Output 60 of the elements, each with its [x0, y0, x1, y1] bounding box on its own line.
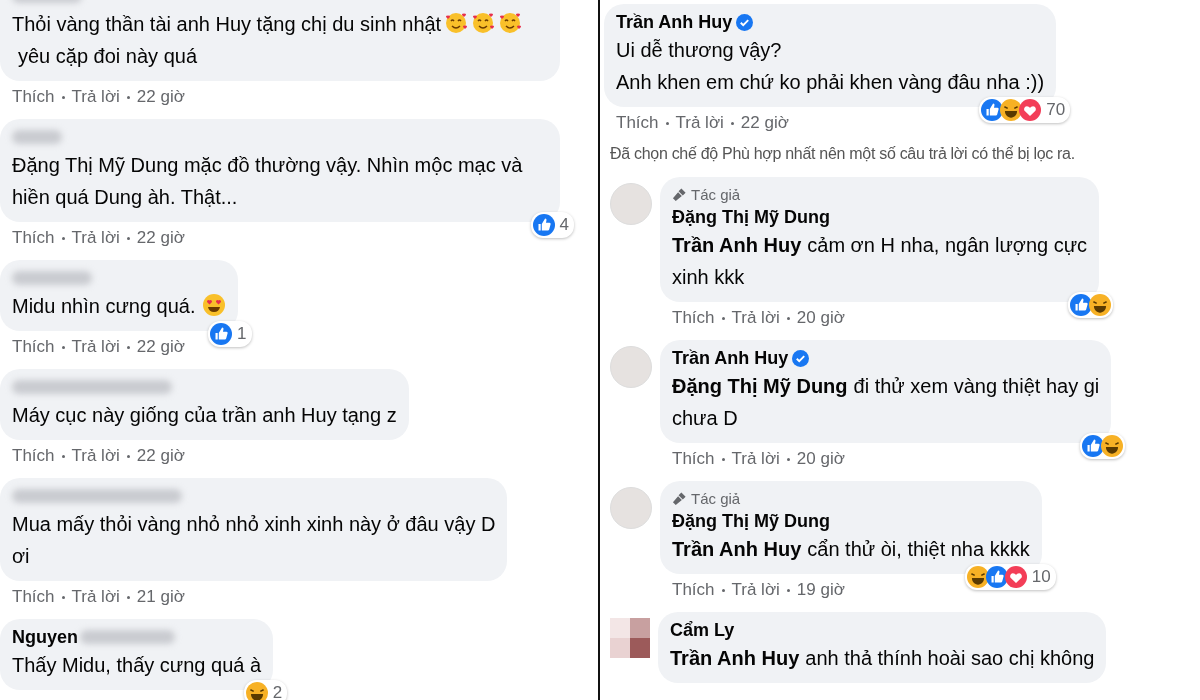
timestamp: 20 giờ	[796, 449, 845, 469]
like-link[interactable]: Thích	[12, 337, 55, 357]
comment-author[interactable]: Trần Anh Huy	[616, 10, 733, 34]
filter-notice: Đã chọn chế độ Phù hợp nhất nên một số câu trả lời có thể bị lọc ra.	[609, 145, 1076, 164]
mention-link[interactable]: Trần Anh Huy	[670, 647, 800, 669]
reply-link[interactable]: Trả lời	[71, 446, 120, 466]
comment-text: Máy cục này giống của trần anh Huy tạng z	[12, 404, 397, 426]
reply-link[interactable]: Trả lời	[71, 87, 120, 107]
reply-link[interactable]: Trả lời	[731, 449, 780, 469]
mention-link[interactable]: Đặng Thị Mỹ Dung	[672, 375, 848, 397]
reply-link[interactable]: Trả lời	[675, 113, 724, 133]
reply-text: Trần Anh Huy cảm ơn H nha, ngân lượng cực xinh kkk	[672, 233, 1088, 290]
timestamp: 21 giờ	[136, 587, 185, 607]
reply-author[interactable]: Trần Anh Huy	[672, 346, 789, 370]
like-link[interactable]: Thích	[12, 228, 55, 248]
reply-link[interactable]: Trả lời	[731, 580, 780, 600]
like-link[interactable]: Thích	[12, 87, 55, 107]
like-link[interactable]: Thích	[12, 446, 55, 466]
timestamp: 22 giờ	[136, 337, 185, 357]
comment-text: Đặng Thị Mỹ Dung mặc đồ thường vậy. Nhìn mộc mạc và hiền quá Dung àh. Thật...	[12, 154, 523, 208]
reaction-summary[interactable]: 10	[964, 564, 1056, 590]
reply-link[interactable]: Trả lời	[731, 308, 780, 328]
timestamp: 20 giờ	[796, 308, 845, 328]
like-link[interactable]: Thích	[672, 308, 715, 328]
author-label: Tác giả	[691, 185, 741, 203]
timestamp: 22 giờ	[136, 228, 185, 248]
like-link[interactable]: Thích	[616, 113, 659, 133]
timestamp: 22 giờ	[740, 113, 789, 133]
like-link[interactable]: Thích	[672, 580, 715, 600]
reply-link[interactable]: Trả lời	[71, 228, 120, 248]
like-link[interactable]: Thích	[12, 587, 55, 607]
pixelated-avatar[interactable]	[610, 618, 650, 658]
comment-text: Thỏi vàng thần tài anh Huy tặng chị du sinh nhật	[12, 13, 442, 35]
reaction-summary[interactable]	[1068, 292, 1114, 318]
reaction-summary[interactable]: 1	[208, 321, 252, 347]
timestamp: 19 giờ	[796, 580, 845, 600]
reaction-summary[interactable]	[1080, 433, 1126, 459]
reaction-summary[interactable]: 2	[243, 680, 288, 700]
reaction-summary[interactable]: 4	[530, 212, 574, 238]
like-link[interactable]: Thích	[672, 449, 715, 469]
author-label: Tác giả	[691, 489, 741, 507]
reply-author[interactable]: Cẩm Ly	[670, 618, 735, 642]
reply-author[interactable]: Đặng Thị Mỹ Dung	[672, 205, 830, 229]
reply-author[interactable]: Đặng Thị Mỹ Dung	[672, 509, 830, 533]
reaction-summary[interactable]: 70	[979, 97, 1071, 123]
mention-link[interactable]: Trần Anh Huy	[672, 538, 802, 560]
reply-link[interactable]: Trả lời	[71, 337, 120, 357]
comment-text: Mua mấy thỏi vàng nhỏ nhỏ xinh xinh này ở đâu vậy D ơi	[12, 513, 496, 567]
reply-link[interactable]: Trả lời	[71, 587, 120, 607]
comment-text: Midu nhìn cưng quá.	[12, 295, 196, 317]
timestamp: 22 giờ	[136, 87, 185, 107]
comment-text: Ui dễ thương vậy? Anh khen em chứ ko phải khen vàng đâu nha :))	[616, 38, 1045, 95]
mention-link[interactable]: Trần Anh Huy	[672, 234, 802, 256]
reply-text: Đặng Thị Mỹ Dung đi thử xem vàng thiệt hay gi chưa D	[672, 374, 1100, 431]
comment-text: yêu cặp đoi này quá	[18, 45, 198, 67]
reply-text: Trần Anh Huy anh thả thính hoài sao chị không	[670, 646, 1095, 671]
timestamp: 22 giờ	[136, 446, 185, 466]
comment-text: Thấy Midu, thấy cưng quá à	[12, 654, 262, 676]
comment-author[interactable]: Nguyen	[12, 625, 78, 649]
reply-text: Trần Anh Huy cẩn thử òi, thiệt nha kkkk	[672, 537, 1030, 562]
